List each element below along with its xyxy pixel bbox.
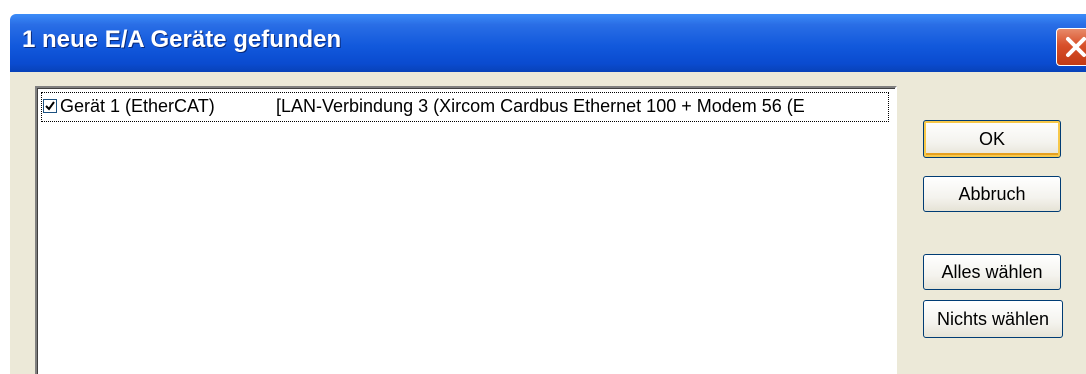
select-none-button[interactable]: Nichts wählen (923, 300, 1063, 338)
checkmark-icon (45, 101, 55, 111)
dialog-client-area: Gerät 1 (EtherCAT) [LAN-Verbindung 3 (Xi… (10, 72, 1086, 374)
ok-button[interactable]: OK (923, 120, 1061, 158)
close-button[interactable] (1056, 28, 1086, 66)
select-all-button[interactable]: Alles wählen (923, 254, 1061, 290)
cancel-button-label: Abbruch (958, 184, 1026, 204)
close-icon (1066, 37, 1086, 57)
list-item[interactable]: Gerät 1 (EtherCAT) [LAN-Verbindung 3 (Xi… (41, 92, 889, 122)
select-none-button-label: Nichts wählen (936, 309, 1050, 329)
ok-button-label: OK (978, 129, 1005, 149)
device-description: [LAN-Verbindung 3 (Xircom Cardbus Ethern… (276, 96, 805, 116)
cancel-button[interactable]: Abbruch (923, 176, 1061, 212)
window-title: 1 neue E/A Geräte gefunden (22, 26, 342, 53)
title-bar[interactable]: 1 neue E/A Geräte gefunden (10, 14, 1086, 72)
device-name: Gerät 1 (EtherCAT) (60, 96, 215, 116)
device-listbox[interactable]: Gerät 1 (EtherCAT) [LAN-Verbindung 3 (Xi… (35, 86, 897, 374)
dialog-window: 1 neue E/A Geräte gefunden Gerät 1 (Ethe… (0, 0, 1086, 374)
select-all-button-label: Alles wählen (941, 262, 1043, 282)
device-checkbox[interactable] (43, 99, 57, 113)
